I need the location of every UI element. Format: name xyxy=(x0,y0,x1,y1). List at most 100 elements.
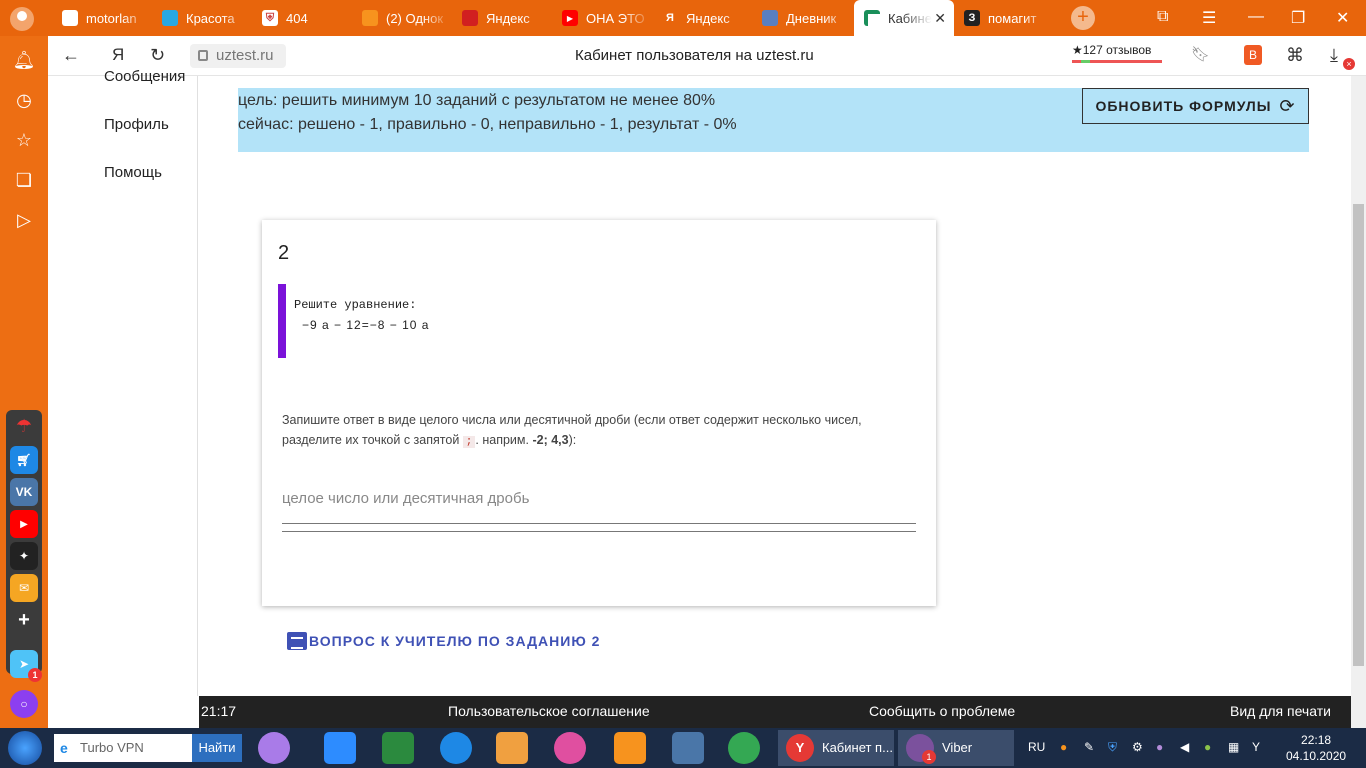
restore-icon[interactable]: ❐ xyxy=(1291,8,1305,28)
page-favicon-icon xyxy=(62,10,78,26)
pen-tray-icon[interactable]: ✎ xyxy=(1084,740,1094,754)
language-indicator[interactable]: RU xyxy=(1028,740,1045,754)
page-scrollbar[interactable] xyxy=(1351,76,1366,728)
reviews-badge[interactable]: ★127 отзывов xyxy=(1072,43,1162,63)
viber-tray-icon[interactable]: ● xyxy=(1156,740,1163,754)
agreement-link[interactable]: Пользовательское соглашение xyxy=(448,703,650,719)
refresh-icon: ⟳ xyxy=(1279,95,1296,116)
bookmarks-bar-icon[interactable]: ⧉ xyxy=(1157,8,1168,26)
nav-help[interactable]: Помощь xyxy=(104,164,162,181)
tab-krasota[interactable]: Красота xyxy=(152,0,252,36)
alice-icon[interactable]: ○ xyxy=(10,690,38,718)
cart-icon[interactable]: 🛒︎ xyxy=(10,446,38,474)
new-tab-icon[interactable]: + xyxy=(1071,6,1095,30)
shield-tray-icon[interactable]: ⛨ xyxy=(1108,740,1117,755)
minimize-icon[interactable]: — xyxy=(1248,8,1264,26)
hint-example: -2; 4,3 xyxy=(532,433,569,447)
collections-icon[interactable]: ❏ xyxy=(12,168,36,192)
messenger-icon[interactable]: ➤ 1 xyxy=(10,650,42,682)
tab-youtube[interactable]: ▶ ОНА ЭТО xyxy=(552,0,652,36)
close-tab-icon[interactable]: ✕ xyxy=(934,10,946,27)
alice-icon[interactable] xyxy=(258,732,290,764)
scrollbar-thumb[interactable] xyxy=(1353,204,1364,666)
taskbar-window-kabinet[interactable]: Y Кабинет п... xyxy=(778,730,894,766)
ok-icon xyxy=(362,10,378,26)
sparkle-icon[interactable]: ✦ xyxy=(10,542,38,570)
refresh-formulas-button[interactable]: ОБНОВИТЬ ФОРМУЛЫ ⟳ xyxy=(1082,88,1309,124)
chrome-icon[interactable] xyxy=(728,732,760,764)
tab-dnevnik[interactable]: Дневник xyxy=(752,0,854,36)
find-button[interactable]: Найти xyxy=(192,734,242,762)
emblem-icon: ⛨ xyxy=(262,10,278,26)
paint-icon[interactable] xyxy=(554,732,586,764)
printer-app-icon[interactable] xyxy=(382,732,414,764)
answer-hint: Запишите ответ в виде целого числа или д… xyxy=(282,413,862,448)
ask-teacher-button[interactable]: ВОПРОС К УЧИТЕЛЮ ПО ЗАДАНИЮ 2 xyxy=(287,632,600,650)
nav-messages[interactable]: Сообщения xyxy=(104,68,185,85)
clock[interactable]: 22:18 04.10.2020 xyxy=(1286,732,1346,764)
volume-icon[interactable]: ◀ xyxy=(1180,740,1189,754)
close-window-icon[interactable]: ✕ xyxy=(1336,8,1349,28)
back-icon[interactable]: ← xyxy=(62,45,80,66)
report-problem-link[interactable]: Сообщить о проблеме xyxy=(869,703,1015,719)
notification-badge: 1 xyxy=(28,668,42,682)
tab-yandex-2[interactable]: Я Яндекс xyxy=(652,0,752,36)
network-icon[interactable]: ▦ xyxy=(1228,740,1239,754)
star-icon[interactable]: ☆ xyxy=(12,128,36,152)
mail-icon[interactable]: ✉ xyxy=(10,574,38,602)
tab-motorlan[interactable]: motorlan xyxy=(52,0,152,36)
task-card: 2 Решите уравнение: −9 a − 12=−8 − 10 a … xyxy=(262,220,936,606)
task-number: 2 xyxy=(278,242,290,264)
umbrella-icon[interactable]: ☂ xyxy=(10,412,38,440)
main-content: цель: решить минимум 10 заданий с резуль… xyxy=(199,76,1351,696)
zoom-icon[interactable] xyxy=(324,732,356,764)
task-statement: Решите уравнение: −9 a − 12=−8 − 10 a xyxy=(278,284,698,358)
tab-kabinet[interactable]: Кабине ✕ xyxy=(854,0,954,36)
goal-text: цель: решить минимум 10 заданий с резуль… xyxy=(238,92,716,109)
viber-badge: 1 xyxy=(922,750,936,764)
internet-explorer-icon[interactable] xyxy=(440,732,472,764)
ok-tray-icon[interactable]: ● xyxy=(1060,740,1067,754)
yandex-logo-icon[interactable]: Я xyxy=(112,45,124,65)
extension-icon[interactable]: ⌘ xyxy=(1286,45,1304,66)
odnoklassniki-icon[interactable] xyxy=(614,732,646,764)
answer-input[interactable]: целое число или десятичная дробь xyxy=(282,482,916,532)
tab-odnoklassniki[interactable]: (2) Однок xyxy=(352,0,452,36)
bell-icon[interactable]: 🔔︎ xyxy=(12,48,36,72)
youtube-icon[interactable]: ▶ xyxy=(10,510,38,538)
download-error-badge: × xyxy=(1343,58,1355,70)
settings-tray-icon[interactable]: ⚙ xyxy=(1132,740,1143,754)
history-icon[interactable]: ◷ xyxy=(12,88,36,112)
reload-icon[interactable]: ↻ xyxy=(150,45,165,66)
network-tray-icon[interactable]: ● xyxy=(1204,740,1211,754)
start-button[interactable] xyxy=(8,731,42,765)
dnevnik-icon xyxy=(762,10,778,26)
vk-icon[interactable]: VK xyxy=(10,478,38,506)
yandex-icon xyxy=(462,10,478,26)
taskbar-window-viber[interactable]: 1 Viber xyxy=(898,730,1014,766)
download-icon[interactable]: ⤓ xyxy=(1330,45,1338,66)
profile-avatar[interactable] xyxy=(10,7,34,31)
site-footer: 21:17 Пользовательское соглашение Сообщи… xyxy=(199,696,1351,728)
print-view-link[interactable]: Вид для печати xyxy=(1230,703,1331,719)
tab-pomagite[interactable]: Зпомагит xyxy=(954,0,1054,36)
menu-icon[interactable]: ☰ xyxy=(1202,8,1216,28)
add-app-icon[interactable]: + xyxy=(10,606,38,634)
yandex-tray-icon[interactable]: Y xyxy=(1252,740,1260,754)
media-player-icon[interactable] xyxy=(496,732,528,764)
url-field[interactable]: uztest.ru xyxy=(190,44,286,68)
yandex-browser-icon: Y xyxy=(786,734,814,762)
tab-404[interactable]: ⛨ 404 xyxy=(252,0,352,36)
tab-yandex-1[interactable]: Яндекс xyxy=(452,0,552,36)
nav-profile[interactable]: Профиль xyxy=(104,116,169,133)
play-icon[interactable]: ▷ xyxy=(12,208,36,232)
comment-icon xyxy=(287,632,307,650)
semicolon-code: ; xyxy=(462,436,476,448)
brave-extension-icon[interactable]: B xyxy=(1244,45,1262,65)
bookmark-icon[interactable]: 🔖︎ xyxy=(1191,45,1210,63)
footer-time: 21:17 xyxy=(201,703,237,719)
task-prompt: Решите уравнение: xyxy=(294,298,417,312)
page-favicon-icon xyxy=(162,10,178,26)
vk-icon[interactable] xyxy=(672,732,704,764)
taskbar-search[interactable]: e Turbo VPN xyxy=(54,734,194,762)
